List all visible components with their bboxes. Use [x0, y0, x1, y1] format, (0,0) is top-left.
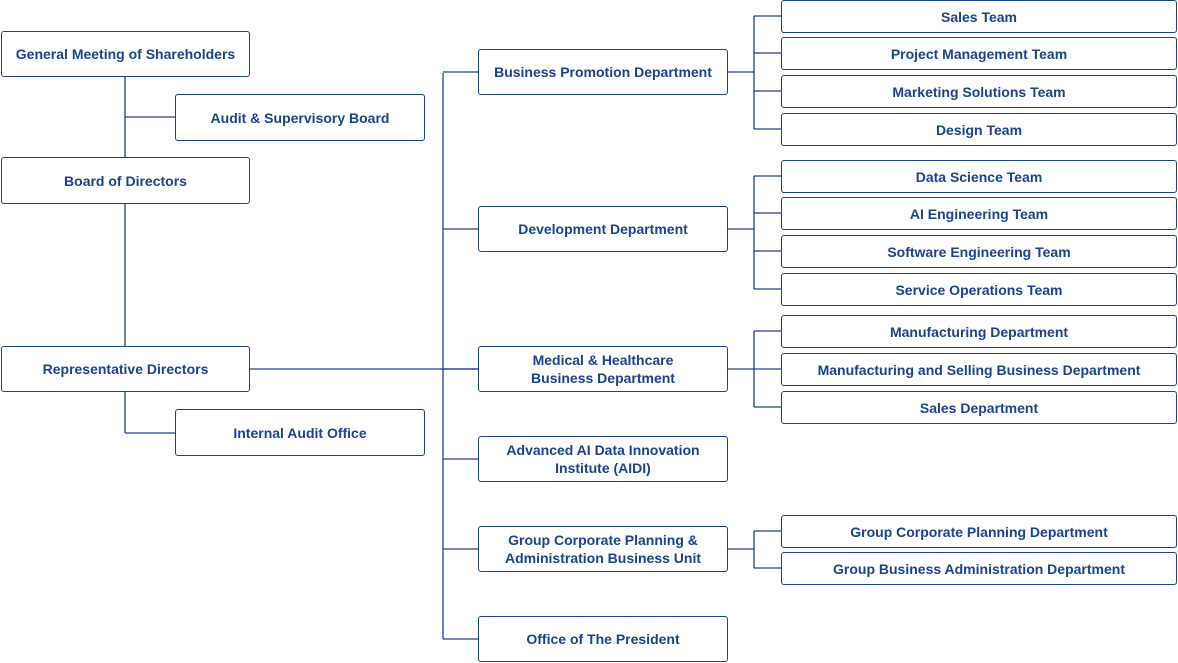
department-box: Development Department: [478, 206, 728, 252]
representative-box: Representative Directors: [1, 346, 250, 392]
team-box: Service Operations Team: [781, 273, 1177, 306]
team-box: Project Management Team: [781, 37, 1177, 70]
box-label: Development Department: [518, 221, 688, 237]
internal-audit-box: Internal Audit Office: [175, 409, 425, 456]
box-label: Design Team: [935, 121, 1023, 138]
team-box: Marketing Solutions Team: [781, 75, 1177, 108]
audit-board-box: Audit & Supervisory Board: [175, 94, 425, 141]
box-label: Audit & Supervisory Board: [210, 109, 390, 126]
box-label: Medical & Healthcare Business Department: [531, 352, 675, 386]
box-label: Representative Directors: [42, 361, 209, 377]
box-label: Advanced AI Data Innovation Institute (A…: [506, 442, 700, 476]
board-box: Board of Directors: [1, 157, 250, 204]
box-label: Service Operations Team: [895, 281, 1063, 298]
box-label: Internal Audit Office: [233, 424, 367, 441]
box-label: Data Science Team: [915, 168, 1043, 185]
box-label: Office of The President: [526, 631, 680, 647]
team-box: Design Team: [781, 113, 1177, 146]
team-box: AI Engineering Team: [781, 197, 1177, 230]
department-box: Business Promotion Department: [478, 49, 728, 95]
box-label: Sales Team: [940, 8, 1017, 25]
box-label: Group Corporate Planning Department: [850, 523, 1108, 540]
team-box: Group Business Administration Department: [781, 552, 1177, 585]
shareholders-box: General Meeting of Shareholders: [1, 31, 250, 77]
team-box: Software Engineering Team: [781, 235, 1177, 268]
department-box: Medical & Healthcare Business Department: [478, 346, 728, 392]
box-label: Group Corporate Planning & Administratio…: [504, 532, 702, 566]
team-box: Sales Department: [781, 391, 1177, 424]
box-label: Sales Department: [919, 399, 1039, 416]
box-label: Software Engineering Team: [887, 243, 1071, 260]
box-label: Group Business Administration Department: [833, 560, 1125, 577]
team-box: Manufacturing Department: [781, 315, 1177, 348]
box-label: Marketing Solutions Team: [892, 83, 1066, 100]
box-label: Manufacturing and Selling Business Depar…: [817, 361, 1141, 378]
department-box: Group Corporate Planning & Administratio…: [478, 526, 728, 572]
box-label: Board of Directors: [64, 172, 187, 189]
box-label: AI Engineering Team: [909, 205, 1049, 222]
box-label: Project Management Team: [890, 45, 1068, 62]
department-box: Office of The President: [478, 616, 728, 662]
box-label: General Meeting of Shareholders: [15, 46, 236, 62]
box-label: Manufacturing Department: [889, 323, 1069, 340]
box-label: Business Promotion Department: [494, 64, 712, 80]
department-box: Advanced AI Data Innovation Institute (A…: [478, 436, 728, 482]
team-box: Sales Team: [781, 0, 1177, 33]
team-box: Data Science Team: [781, 160, 1177, 193]
team-box: Group Corporate Planning Department: [781, 515, 1177, 548]
team-box: Manufacturing and Selling Business Depar…: [781, 353, 1177, 386]
